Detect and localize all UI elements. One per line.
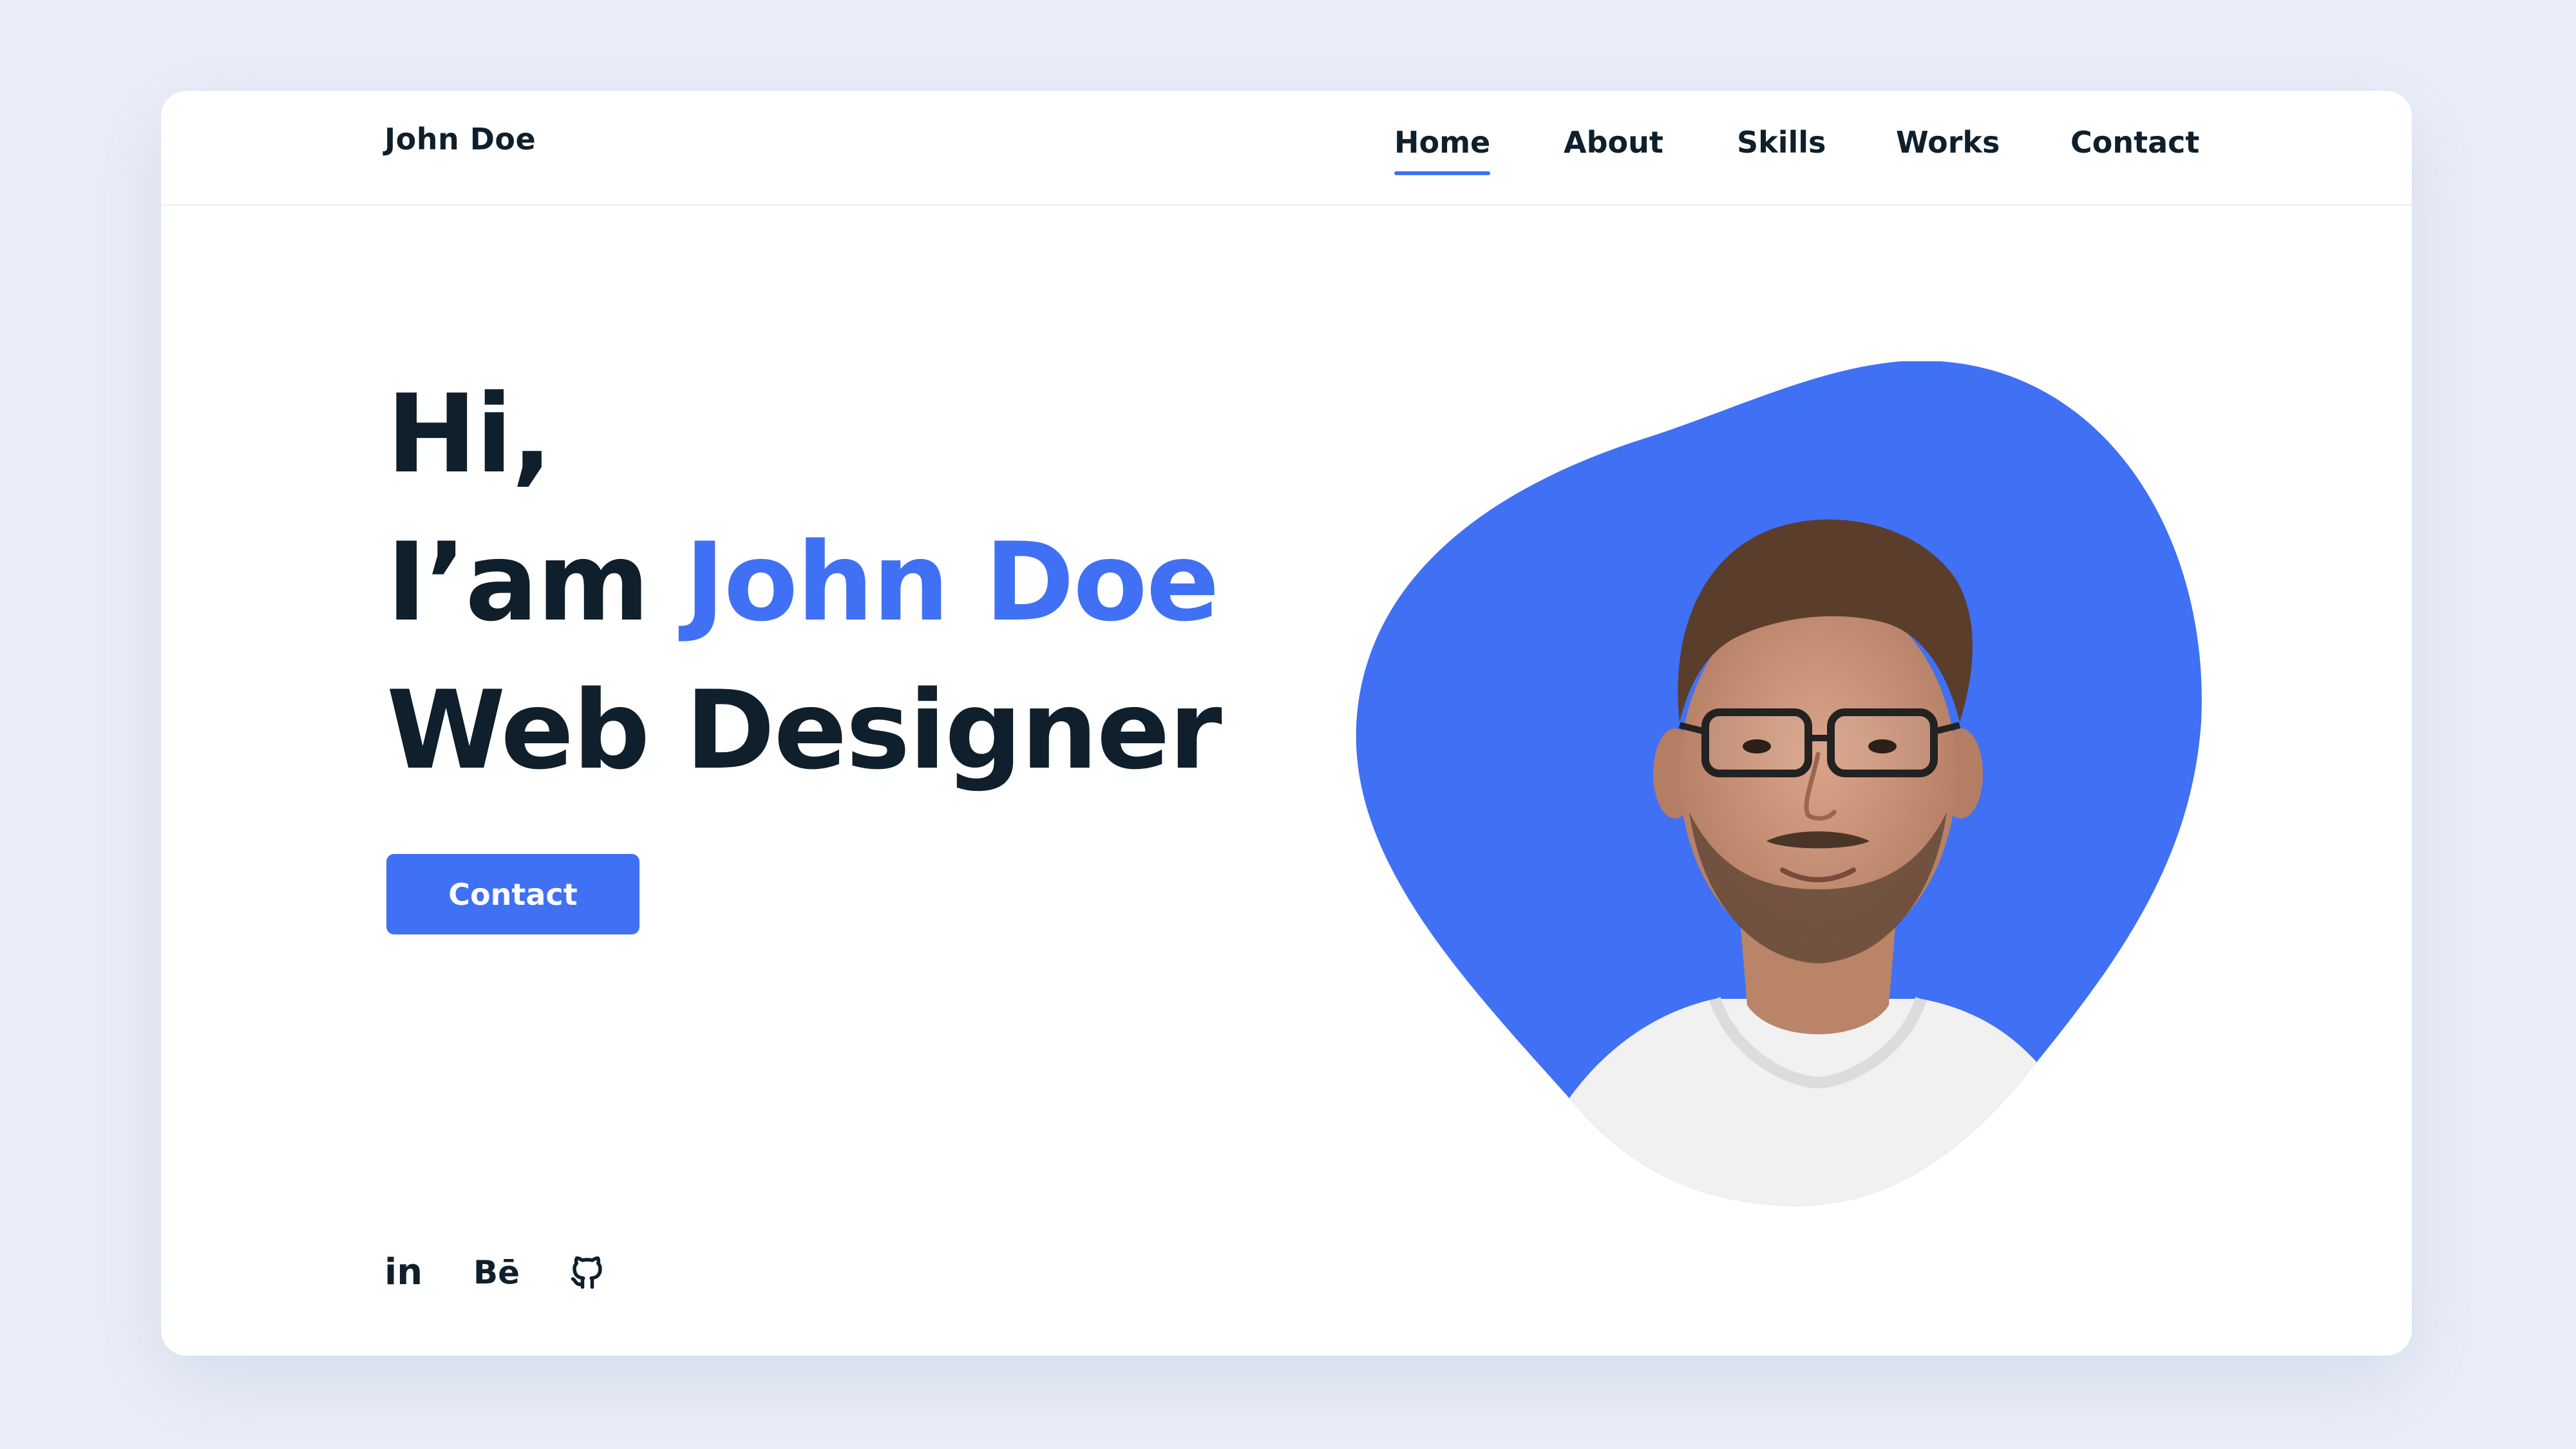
linkedin-icon: in — [384, 1251, 423, 1293]
hero-name: John Doe — [685, 519, 1219, 645]
main-nav: Home About Skills Works Contact — [161, 128, 2412, 179]
nav-skills[interactable]: Skills — [1737, 128, 1826, 157]
portfolio-card: John Doe Home About Skills Works Contact… — [161, 91, 2412, 1356]
hero-intro-line: I’am John Doe — [386, 508, 1221, 656]
nav-works[interactable]: Works — [1896, 128, 2000, 157]
nav-home[interactable]: Home — [1394, 128, 1491, 175]
profile-photo — [1356, 361, 2202, 1206]
linkedin-link[interactable]: in — [384, 1244, 422, 1302]
contact-button[interactable]: Contact — [386, 854, 639, 934]
behance-icon: Bē — [473, 1254, 520, 1291]
hero-heading: Hi, I’am John Doe Web Designer — [386, 360, 1222, 804]
hero-role: Web Designer — [386, 667, 1222, 793]
hero-greeting: Hi, — [386, 371, 553, 497]
nav-about[interactable]: About — [1564, 128, 1663, 157]
hero-intro-prefix: I’am — [386, 519, 685, 645]
behance-link[interactable]: Bē — [473, 1244, 520, 1302]
github-link[interactable] — [568, 1244, 607, 1302]
nav-contact[interactable]: Contact — [2070, 128, 2199, 157]
site-header: John Doe Home About Skills Works Contact — [161, 91, 2412, 206]
github-icon — [571, 1256, 602, 1289]
